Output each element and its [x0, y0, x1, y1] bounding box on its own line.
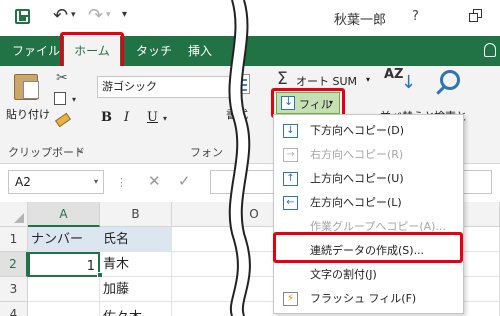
paste-icon[interactable]: [14, 74, 39, 100]
tab-touch[interactable]: タッチ: [136, 36, 172, 66]
copy-dropdown-icon[interactable]: ▾: [72, 95, 76, 104]
column-header-o[interactable]: O: [236, 202, 272, 227]
formula-bar-grip[interactable]: ⋮: [116, 176, 128, 189]
cell-a3[interactable]: [28, 277, 100, 302]
fill-up-icon: ↑: [283, 172, 298, 186]
highlight-series-item: [273, 232, 463, 263]
row-header-1[interactable]: 1: [0, 227, 28, 252]
underline-dropdown-icon[interactable]: ▾: [163, 114, 167, 123]
enter-icon[interactable]: ✓: [178, 172, 191, 190]
restore-window-icon[interactable]: [469, 9, 483, 23]
italic-button[interactable]: I: [124, 110, 129, 125]
redo-dropdown-icon[interactable]: ▾: [106, 10, 111, 20]
name-box-value: A2: [15, 175, 31, 189]
cancel-icon[interactable]: ✕: [148, 172, 161, 190]
select-all-button[interactable]: [0, 202, 28, 227]
undo-icon[interactable]: ↶: [53, 5, 68, 26]
cell-b3[interactable]: 加藤: [100, 277, 172, 302]
share-icon[interactable]: [484, 43, 496, 57]
tab-file[interactable]: ファイル: [12, 36, 60, 66]
highlight-home-tab: [60, 32, 124, 70]
menu-item-label: フラッシュ フィル(F): [310, 292, 417, 305]
fill-dropdown-menu: ↓ 下方向へコピー(D) → 右方向へコピー(R) ↑ 上方向へコピー(U) ←…: [273, 114, 464, 314]
menu-fill-left[interactable]: ← 左方向へコピー(L): [274, 191, 463, 215]
find-select-icon[interactable]: [440, 70, 460, 90]
format-cells-icon[interactable]: [232, 74, 250, 94]
clipboard-group-label: クリップボード: [8, 146, 85, 159]
menu-item-label: 左方向へコピー(L): [310, 196, 402, 209]
fill-right-icon: →: [283, 148, 298, 162]
redo-icon[interactable]: ↷: [88, 5, 103, 26]
fill-down-icon: ↓: [283, 124, 298, 138]
menu-justify[interactable]: 文字の割付(J): [274, 263, 463, 287]
menu-flash-fill[interactable]: ⚡ フラッシュ フィル(F): [274, 287, 463, 311]
title-bar: ↶ ▾ ↷ ▾ ▾ 秋葉一郎 ?: [0, 0, 500, 36]
column-header-b[interactable]: B: [100, 202, 172, 227]
customize-qat-icon[interactable]: ▾: [122, 9, 127, 20]
menu-fill-right: → 右方向へコピー(R): [274, 143, 463, 167]
tab-insert[interactable]: 挿入: [188, 36, 212, 66]
menu-item-label: 文字の割付(J): [310, 268, 377, 281]
menu-item-label: 右方向へコピー(R): [310, 148, 404, 161]
undo-dropdown-icon[interactable]: ▾: [71, 10, 76, 20]
autosum-icon[interactable]: Σ: [277, 69, 288, 89]
menu-fill-down[interactable]: ↓ 下方向へコピー(D): [274, 119, 463, 143]
cell-b2[interactable]: 青木: [100, 252, 172, 277]
row-header-2[interactable]: 2: [0, 252, 28, 277]
bold-button[interactable]: B: [101, 110, 112, 125]
font-name-field[interactable]: 游ゴシック: [97, 76, 239, 98]
cell-b1[interactable]: 氏名: [100, 227, 172, 252]
paste-button[interactable]: 貼り付け: [6, 106, 50, 122]
cut-icon[interactable]: ✂: [56, 70, 68, 86]
menu-fill-up[interactable]: ↑ 上方向へコピー(U): [274, 167, 463, 191]
flash-fill-icon: ⚡: [283, 292, 298, 306]
cell-a4[interactable]: [28, 302, 100, 316]
underline-button[interactable]: U: [147, 110, 158, 125]
row-header-4[interactable]: 4: [0, 302, 28, 316]
help-button[interactable]: ?: [412, 9, 419, 24]
save-icon[interactable]: [15, 9, 30, 24]
column-header-a[interactable]: A: [28, 202, 100, 227]
autosum-button[interactable]: オート SUM: [296, 73, 357, 89]
sort-arrow-icon: ↓: [401, 72, 417, 93]
name-box-dropdown-icon[interactable]: ▾: [94, 171, 98, 193]
copy-icon[interactable]: [54, 92, 66, 105]
fill-left-icon: ←: [283, 196, 298, 210]
cell-a2[interactable]: 1: [28, 252, 100, 277]
format-painter-icon[interactable]: [54, 112, 72, 128]
cell-a1[interactable]: ナンバー: [28, 227, 100, 252]
name-box[interactable]: A2 ▾: [8, 170, 104, 194]
autosum-dropdown-icon[interactable]: ▾: [366, 75, 370, 84]
clipboard-launcher-icon[interactable]: ↘: [76, 146, 84, 156]
row-header-3[interactable]: 3: [0, 277, 28, 302]
menu-item-label: 下方向へコピー(D): [310, 124, 405, 137]
menu-item-label: 上方向へコピー(U): [310, 172, 404, 185]
font-group-label: フォン: [190, 146, 223, 159]
user-name[interactable]: 秋葉一郎: [334, 9, 386, 28]
format-button[interactable]: 書式: [226, 106, 248, 122]
cell-b4[interactable]: 佐々木: [100, 302, 172, 316]
fill-handle[interactable]: [97, 272, 103, 278]
